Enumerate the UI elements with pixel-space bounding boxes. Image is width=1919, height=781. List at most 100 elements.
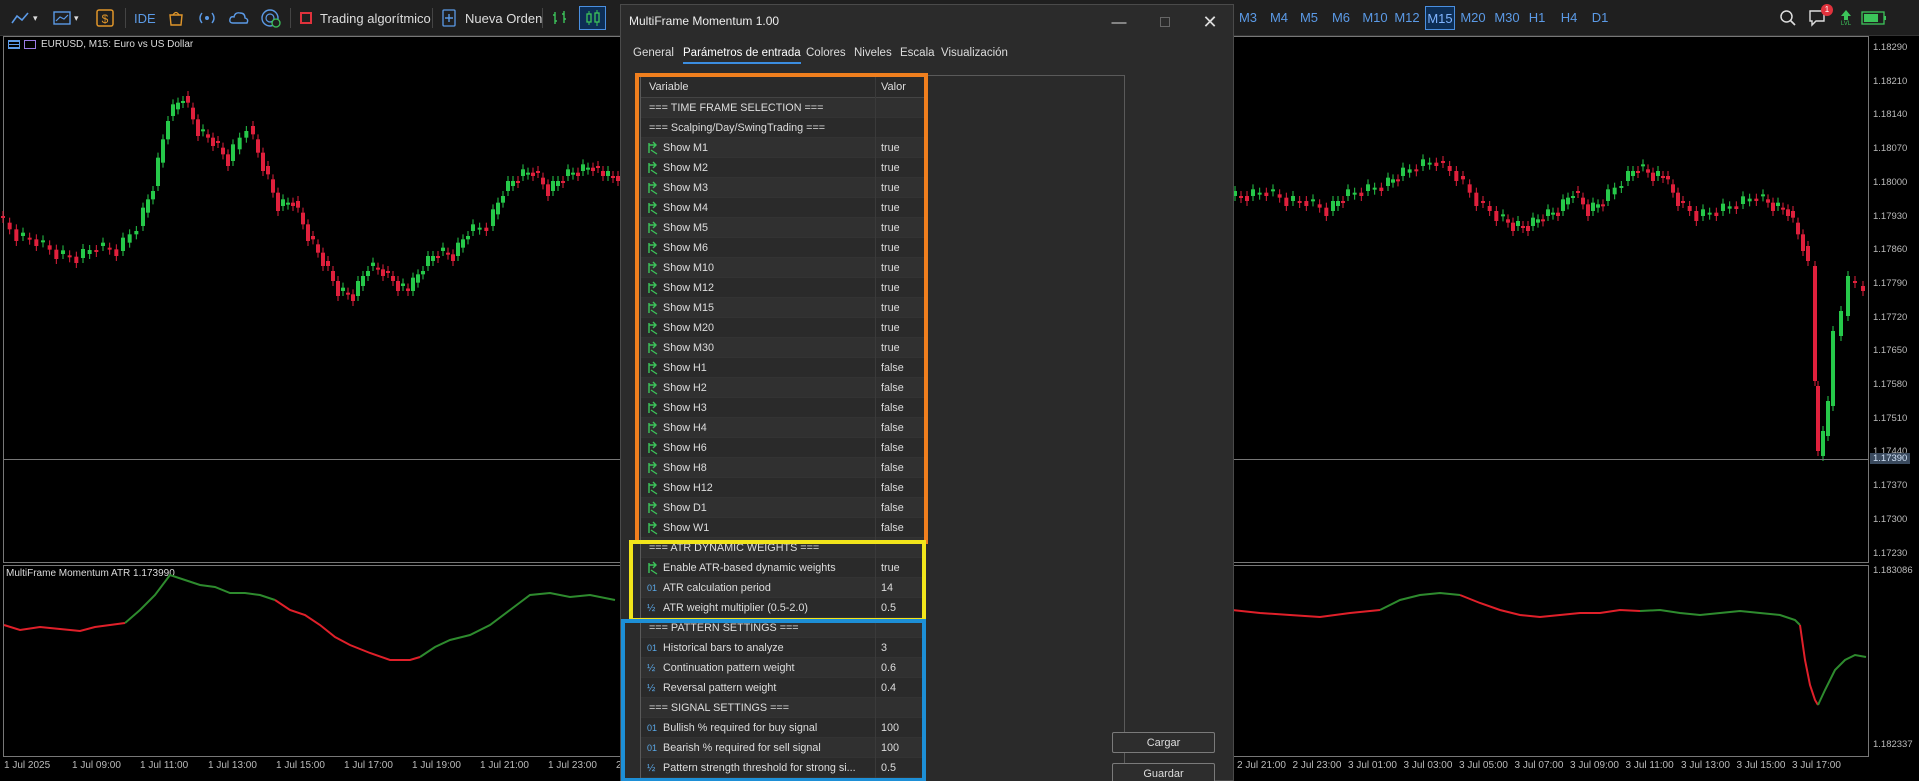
parameter-row[interactable]: Show M5 true bbox=[641, 218, 925, 238]
parameter-row[interactable]: ½ Pattern strength threshold for strong s… bbox=[641, 758, 925, 778]
timeframe-m6[interactable]: M6 bbox=[1330, 6, 1352, 30]
column-value[interactable]: Valor bbox=[881, 81, 906, 93]
parameter-value[interactable]: 3 bbox=[881, 642, 887, 654]
parameter-value[interactable]: false bbox=[881, 382, 904, 394]
section-header-row[interactable]: === PATTERN SETTINGS === bbox=[641, 618, 925, 638]
template-icon[interactable] bbox=[52, 6, 72, 30]
parameter-value[interactable]: true bbox=[881, 302, 900, 314]
notifications-button[interactable]: 1 bbox=[1807, 4, 1833, 30]
parameter-row[interactable]: Show M15 true bbox=[641, 298, 925, 318]
ide-button[interactable]: IDE bbox=[134, 6, 156, 30]
timeframe-d1[interactable]: D1 bbox=[1589, 6, 1611, 30]
parameter-value[interactable]: false bbox=[881, 402, 904, 414]
parameter-row[interactable]: Show D1 false bbox=[641, 498, 925, 518]
candlestick-icon[interactable] bbox=[579, 6, 606, 30]
vps-icon[interactable] bbox=[260, 6, 282, 30]
parameter-value[interactable]: false bbox=[881, 522, 904, 534]
parameter-row[interactable]: ½ Reversal pattern weight 0.4 bbox=[641, 678, 925, 698]
timeframe-h1[interactable]: H1 bbox=[1526, 6, 1548, 30]
parameter-row[interactable]: Show H6 false bbox=[641, 438, 925, 458]
maximize-button[interactable] bbox=[1148, 10, 1182, 34]
parameter-value[interactable]: 0.5 bbox=[881, 762, 896, 774]
parameter-value[interactable]: 14 bbox=[881, 582, 893, 594]
signal-level-button[interactable]: LVL bbox=[1839, 6, 1853, 30]
parameter-row[interactable]: Show M10 true bbox=[641, 258, 925, 278]
tab-escala[interactable]: Escala bbox=[900, 47, 935, 59]
section-header-row[interactable]: === ATR DYNAMIC WEIGHTS === bbox=[641, 538, 925, 558]
parameter-value[interactable]: 100 bbox=[881, 742, 899, 754]
tab-niveles[interactable]: Niveles bbox=[854, 47, 892, 59]
parameter-value[interactable]: false bbox=[881, 462, 904, 474]
parameter-row[interactable]: 01 Bullish % required for buy signal 100 bbox=[641, 718, 925, 738]
parameter-value[interactable]: 0.5 bbox=[881, 602, 896, 614]
parameter-value[interactable]: false bbox=[881, 502, 904, 514]
parameter-value[interactable]: true bbox=[881, 262, 900, 274]
parameter-row[interactable]: Show H1 false bbox=[641, 358, 925, 378]
dollar-icon[interactable]: $ bbox=[95, 6, 115, 30]
timeframe-m3[interactable]: M3 bbox=[1238, 6, 1258, 30]
chevron-down-icon[interactable]: ▾ bbox=[33, 6, 38, 30]
section-header-row[interactable]: === SIGNAL SETTINGS === bbox=[641, 698, 925, 718]
parameter-row[interactable]: Show M20 true bbox=[641, 318, 925, 338]
parameter-value[interactable]: 100 bbox=[881, 722, 899, 734]
cloud-icon[interactable] bbox=[228, 6, 250, 30]
parameter-value[interactable]: true bbox=[881, 242, 900, 254]
parameter-value[interactable]: true bbox=[881, 142, 900, 154]
timeframe-m15[interactable]: M15 bbox=[1425, 6, 1455, 30]
parameter-value[interactable]: 0.4 bbox=[881, 682, 896, 694]
parameter-row[interactable]: Enable ATR-based dynamic weights true bbox=[641, 558, 925, 578]
parameter-row[interactable]: Show M12 true bbox=[641, 278, 925, 298]
market-bag-icon[interactable] bbox=[167, 6, 185, 30]
parameter-row[interactable]: ½ ATR weight multiplier (0.5-2.0) 0.5 bbox=[641, 598, 925, 618]
timeframe-h4[interactable]: H4 bbox=[1558, 6, 1580, 30]
parameter-value[interactable]: true bbox=[881, 162, 900, 174]
parameter-value[interactable]: true bbox=[881, 222, 900, 234]
parameter-row[interactable]: Show H2 false bbox=[641, 378, 925, 398]
tab-colores[interactable]: Colores bbox=[806, 47, 846, 59]
parameter-row[interactable]: Show H8 false bbox=[641, 458, 925, 478]
parameter-row[interactable]: Show M4 true bbox=[641, 198, 925, 218]
column-variable[interactable]: Variable bbox=[649, 81, 689, 93]
parameter-row[interactable]: Show M1 true bbox=[641, 138, 925, 158]
parameter-row[interactable]: 01 Bearish % required for sell signal 100 bbox=[641, 738, 925, 758]
parameter-value[interactable]: 0.6 bbox=[881, 662, 896, 674]
load-button[interactable]: Cargar bbox=[1112, 732, 1215, 753]
timeframe-m30[interactable]: M30 bbox=[1492, 6, 1522, 30]
chart-type-icon[interactable] bbox=[10, 6, 32, 30]
chevron-down-icon[interactable]: ▾ bbox=[74, 6, 79, 30]
save-button[interactable]: Guardar bbox=[1112, 763, 1215, 781]
parameter-value[interactable]: false bbox=[881, 362, 904, 374]
section-header-row[interactable]: === TIME FRAME SELECTION === bbox=[641, 98, 925, 118]
bar-chart-icon[interactable] bbox=[550, 6, 570, 30]
parameter-row[interactable]: Show H3 false bbox=[641, 398, 925, 418]
tab-parámetros-de-entrada[interactable]: Parámetros de entrada bbox=[683, 47, 801, 64]
timeframe-m10[interactable]: M10 bbox=[1361, 6, 1389, 30]
parameter-row[interactable]: ½ Continuation pattern weight 0.6 bbox=[641, 658, 925, 678]
parameter-row[interactable]: Show M6 true bbox=[641, 238, 925, 258]
parameter-value[interactable]: true bbox=[881, 202, 900, 214]
parameter-value[interactable]: true bbox=[881, 342, 900, 354]
parameter-row[interactable]: 01 Historical bars to analyze 3 bbox=[641, 638, 925, 658]
parameter-row[interactable]: Show H4 false bbox=[641, 418, 925, 438]
parameter-row[interactable]: Show W1 false bbox=[641, 518, 925, 538]
minimize-button[interactable]: — bbox=[1102, 10, 1136, 34]
parameter-row[interactable]: 01 ATR calculation period 14 bbox=[641, 578, 925, 598]
parameter-value[interactable]: false bbox=[881, 422, 904, 434]
tab-general[interactable]: General bbox=[633, 47, 674, 59]
close-button[interactable]: ✕ bbox=[1193, 10, 1227, 34]
parameter-row[interactable]: Show M2 true bbox=[641, 158, 925, 178]
timeframe-m4[interactable]: M4 bbox=[1268, 6, 1290, 30]
parameter-row[interactable]: Show M3 true bbox=[641, 178, 925, 198]
new-order-button[interactable]: Nueva Orden bbox=[441, 6, 542, 30]
section-header-row[interactable]: === Scalping/Day/SwingTrading === bbox=[641, 118, 925, 138]
parameter-value[interactable]: false bbox=[881, 482, 904, 494]
parameter-value[interactable]: true bbox=[881, 182, 900, 194]
parameter-row[interactable]: Show M30 true bbox=[641, 338, 925, 358]
parameter-value[interactable]: true bbox=[881, 282, 900, 294]
parameter-value[interactable]: true bbox=[881, 322, 900, 334]
timeframe-m20[interactable]: M20 bbox=[1459, 6, 1487, 30]
parameter-value[interactable]: false bbox=[881, 442, 904, 454]
timeframe-m5[interactable]: M5 bbox=[1298, 6, 1320, 30]
timeframe-m12[interactable]: M12 bbox=[1393, 6, 1421, 30]
parameter-value[interactable]: true bbox=[881, 562, 900, 574]
